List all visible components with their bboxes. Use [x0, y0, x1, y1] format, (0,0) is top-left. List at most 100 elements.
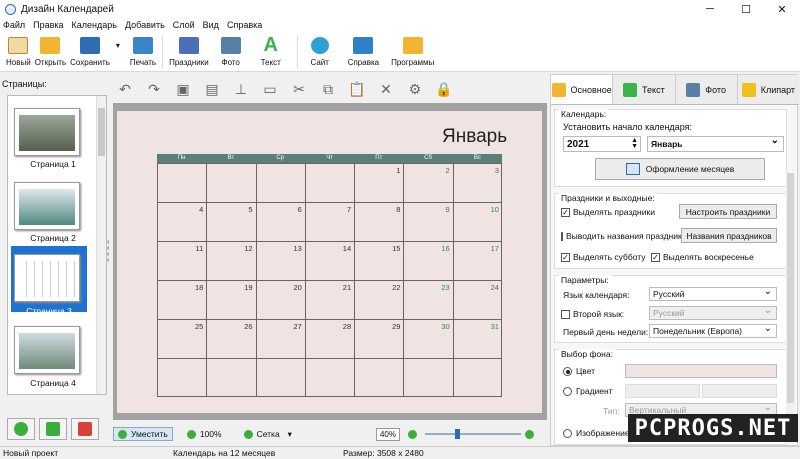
zoom-value[interactable]: 40%: [375, 427, 400, 441]
gradient-color-1[interactable]: [625, 384, 700, 398]
menu-help[interactable]: Справка: [227, 20, 262, 30]
bg-gradient-radio[interactable]: Градиент: [563, 386, 613, 396]
weekday-header: Вс: [452, 154, 502, 163]
maximize-button[interactable]: ☐: [728, 0, 764, 18]
gradient-color-2[interactable]: [702, 384, 777, 398]
canvas-status-bar: Уместить 100% Сетка ▾ 40%: [113, 425, 547, 443]
page-thumb-2[interactable]: [14, 182, 80, 230]
grid-icon: [243, 429, 253, 439]
add-page-button[interactable]: [7, 418, 35, 440]
add-page-icon: [14, 422, 28, 436]
photo-button[interactable]: Фото: [219, 32, 243, 67]
page-thumb-3[interactable]: [14, 254, 80, 302]
gradient-type-label: Тип:: [603, 406, 620, 416]
align-icon[interactable]: ⊥: [229, 80, 253, 98]
site-button[interactable]: Сайт: [308, 32, 332, 67]
page-caption-4: Страница 4: [30, 378, 76, 388]
delete-icon[interactable]: ✕: [374, 80, 398, 98]
second-lang-select[interactable]: Русский: [649, 305, 777, 320]
delete-page-icon: [78, 422, 92, 436]
add-page-after-button[interactable]: [39, 418, 67, 440]
redo-icon[interactable]: ↷: [142, 80, 166, 98]
month-select[interactable]: Январь: [647, 135, 784, 152]
folder-open-icon: [38, 35, 62, 55]
holidays-button[interactable]: Праздники: [169, 32, 209, 67]
title-bar: Дизайн Календарей ─ ☐ ✕: [0, 0, 800, 18]
properties-scrollbar[interactable]: [786, 173, 795, 443]
delete-page-button[interactable]: [71, 418, 99, 440]
holiday-names-button[interactable]: Названия праздников: [681, 228, 777, 243]
menu-calendar[interactable]: Календарь: [72, 20, 117, 30]
undo-icon[interactable]: ↶: [113, 80, 137, 98]
grid-button[interactable]: Сетка: [243, 429, 280, 439]
show-holiday-names-checkbox[interactable]: Выводить названия праздников: [561, 231, 681, 241]
zoom-slider[interactable]: [424, 429, 521, 439]
menu-file[interactable]: Файл: [3, 20, 25, 30]
new-button[interactable]: Новый: [6, 32, 31, 67]
save-dropdown[interactable]: ▾: [114, 32, 122, 58]
zoom-100-button[interactable]: 100%: [186, 429, 222, 439]
lang-label: Язык календаря:: [563, 290, 630, 300]
zoom-in-icon[interactable]: [524, 429, 534, 439]
grid-dropdown-icon[interactable]: ▾: [288, 429, 292, 440]
month-design-button[interactable]: Оформление месяцев: [595, 158, 765, 180]
tab-text[interactable]: Текст: [613, 75, 676, 104]
pages-list: Страница 1 Страница 2 Страница 3 Страниц…: [7, 95, 107, 395]
bring-front-icon[interactable]: ▣: [171, 80, 195, 98]
properties-tabs: Основное Текст Фото Клипарт: [551, 75, 799, 105]
first-day-select[interactable]: Понедельник (Европа): [649, 323, 777, 338]
close-button[interactable]: ✕: [764, 0, 800, 18]
copy-icon[interactable]: ⧉: [316, 80, 340, 98]
save-button[interactable]: Сохранить: [70, 32, 110, 67]
main-toolbar: Новый Открыть Сохранить ▾ Печать Праздни…: [0, 32, 800, 72]
page-thumb-4[interactable]: [14, 326, 80, 374]
spin-arrows-icon[interactable]: ▲ ▼: [631, 137, 638, 150]
tab-clipart[interactable]: Клипарт: [737, 75, 799, 104]
canvas-area[interactable]: Январь Пн Вт Ср Чт Пт Сб Вс 1 2 3 4 5 6 7 8 9 10 11 12 13 14…: [113, 103, 547, 420]
lock-icon[interactable]: 🔒: [432, 80, 456, 98]
menu-edit[interactable]: Правка: [33, 20, 63, 30]
distribute-icon[interactable]: ▭: [258, 80, 282, 98]
bg-color-radio[interactable]: Цвет: [563, 366, 595, 376]
calendar-holidays-icon: [177, 35, 201, 55]
weekday-header: Вт: [206, 154, 256, 163]
pages-scrollbar[interactable]: [96, 96, 106, 394]
paste-icon[interactable]: 📋: [345, 80, 369, 98]
cut-icon[interactable]: ✂: [287, 80, 311, 98]
highlight-saturday-checkbox[interactable]: ✓ Выделять субботу: [561, 252, 646, 262]
add-page-after-icon: [46, 422, 60, 436]
menu-bar: Файл Правка Календарь Добавить Слой Вид …: [0, 18, 800, 32]
params-group-title: Параметры:: [559, 275, 611, 285]
page-thumb-1[interactable]: [14, 108, 80, 156]
menu-layer[interactable]: Слой: [173, 20, 195, 30]
zoom-out-icon[interactable]: [407, 429, 417, 439]
fit-button[interactable]: Уместить: [113, 427, 173, 441]
setup-holidays-button[interactable]: Настроить праздники: [679, 204, 777, 219]
programs-button[interactable]: Программы: [391, 32, 434, 67]
calendar-page[interactable]: Январь Пн Вт Ср Чт Пт Сб Вс 1 2 3 4 5 6 7 8 9 10 11 12 13 14…: [117, 111, 542, 413]
lang-select[interactable]: Русский: [649, 286, 777, 301]
weekday-header: Ср: [255, 154, 305, 163]
print-button[interactable]: Печать: [130, 32, 156, 67]
help-button[interactable]: Справка: [348, 32, 379, 67]
menu-view[interactable]: Вид: [203, 20, 219, 30]
calendar-grid[interactable]: Пн Вт Ср Чт Пт Сб Вс 1 2 3 4 5 6 7 8 9 10 11 12 13 14 15 16 17 1…: [157, 154, 502, 397]
menu-add[interactable]: Добавить: [125, 20, 165, 30]
month-title[interactable]: Январь: [442, 126, 507, 148]
text-button[interactable]: A Текст: [259, 32, 283, 68]
tab-photo[interactable]: Фото: [675, 75, 738, 104]
status-size: Размер: 3508 x 2480: [343, 448, 424, 458]
highlight-sunday-checkbox[interactable]: ✓ Выделять воскресенье: [651, 252, 754, 262]
bg-image-radio[interactable]: Изображение: [563, 428, 630, 438]
help-book-icon: [351, 35, 375, 55]
app-icon: [5, 3, 16, 15]
settings-gear-icon[interactable]: ⚙: [403, 80, 427, 98]
bg-color-swatch[interactable]: [625, 364, 777, 378]
minimize-button[interactable]: ─: [692, 0, 728, 18]
highlight-holidays-checkbox[interactable]: ✓ Выделять праздники: [561, 207, 655, 217]
second-lang-checkbox[interactable]: Второй язык:: [561, 309, 624, 319]
year-spinner[interactable]: 2021 ▲ ▼: [563, 136, 641, 152]
open-button[interactable]: Открыть: [35, 32, 66, 67]
send-back-icon[interactable]: ▤: [200, 80, 224, 98]
tab-main[interactable]: Основное: [551, 75, 614, 104]
